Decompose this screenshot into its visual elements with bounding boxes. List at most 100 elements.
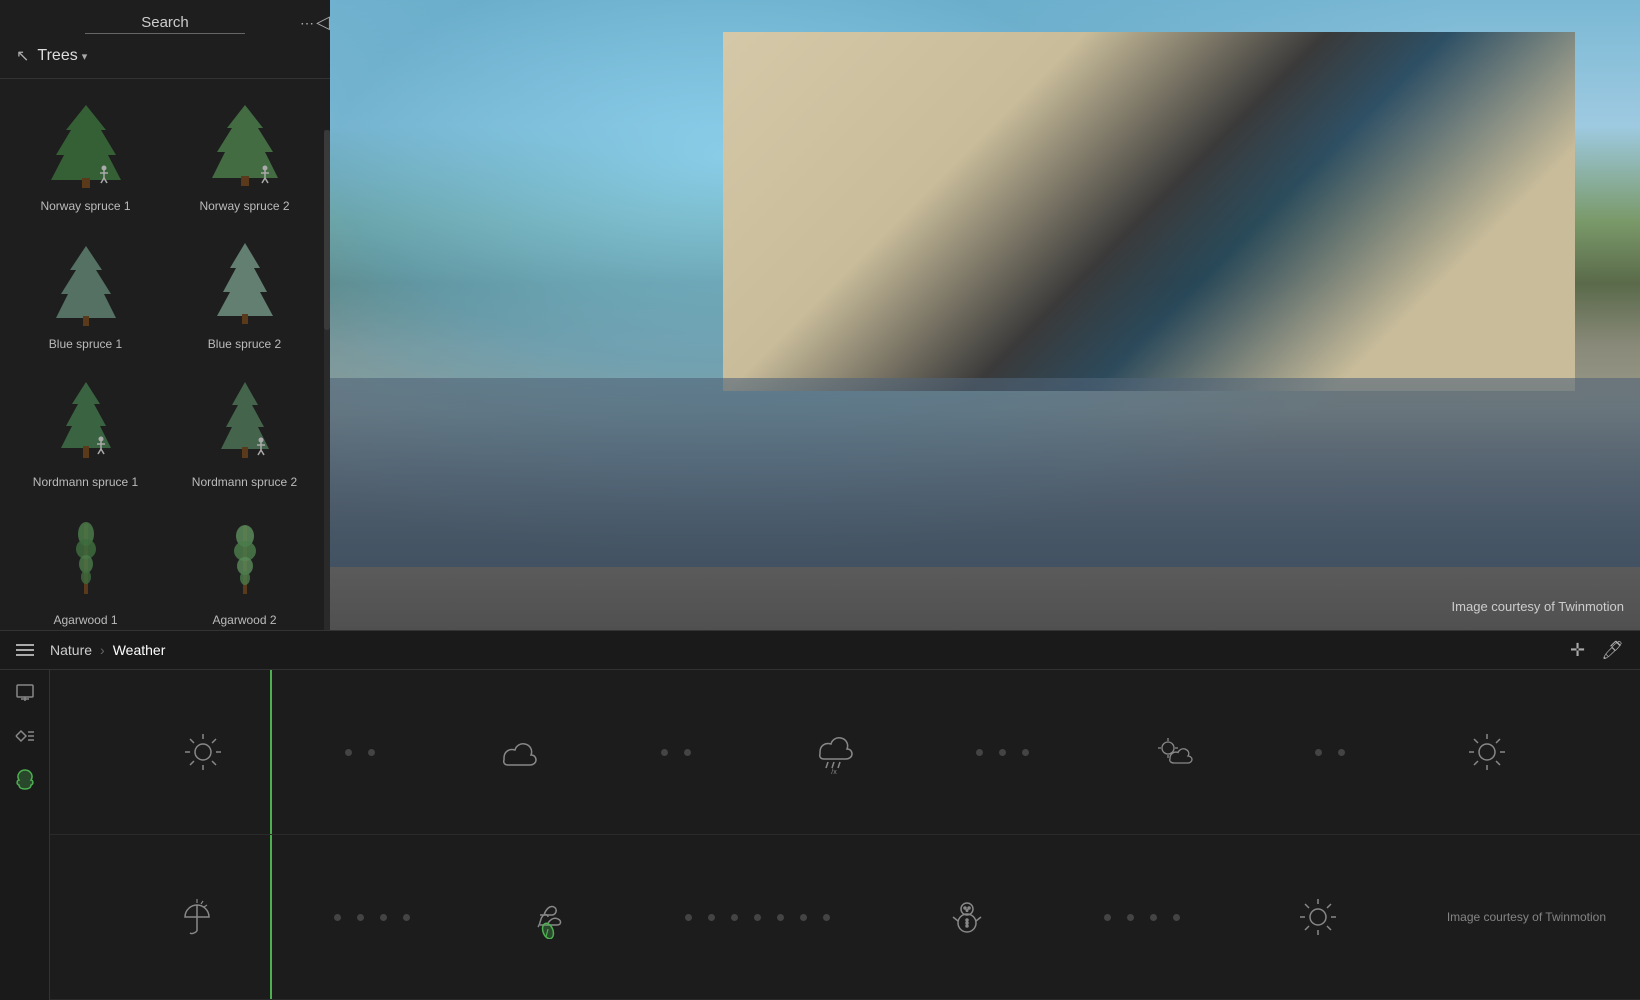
norway-spruce-2-svg — [205, 100, 285, 190]
dot-r2-10 — [800, 914, 807, 921]
weather-icon-sunny-1[interactable] — [68, 730, 337, 774]
dot-7 — [1022, 749, 1029, 756]
dot-1 — [345, 749, 352, 756]
cloudy-svg — [496, 730, 540, 774]
dot-8 — [1315, 749, 1322, 756]
tl-nature-icon[interactable] — [14, 768, 36, 795]
tree-icon-agarwood-1 — [36, 509, 136, 609]
agarwood-1-svg — [46, 514, 126, 604]
weather-icon-cloudy[interactable] — [383, 730, 652, 774]
dot-r2-2 — [357, 914, 364, 921]
dot-r2-11 — [823, 914, 830, 921]
tree-grid: Norway spruce 1 — [0, 79, 330, 630]
weather-icon-beach[interactable] — [68, 895, 326, 939]
move-icon[interactable]: ✛ — [1570, 640, 1585, 661]
viewport: Image courtesy of Twinmotion — [330, 0, 1640, 630]
dot-5 — [976, 749, 983, 756]
tree-item-nordmann-spruce-1[interactable]: Nordmann spruce 1 — [8, 363, 163, 497]
breadcrumb-bar: Nature › Weather ✛ 🖊 — [0, 630, 1640, 670]
weather-icon-snowman[interactable] — [838, 895, 1096, 939]
watermark: Image courtesy of Twinmotion — [1452, 599, 1624, 614]
hamburger-line-3 — [16, 654, 34, 656]
dot-r2-12 — [1104, 914, 1111, 921]
tree-icon-blue-spruce-2 — [195, 233, 295, 333]
sunny-end-svg — [1465, 730, 1509, 774]
water-area — [330, 378, 1640, 567]
tl-keyframe-icon[interactable] — [14, 725, 36, 752]
stormy-svg: /x — [812, 730, 856, 774]
playhead-2 — [270, 835, 272, 999]
timeline-left-icons — [0, 670, 50, 1000]
weather-icon-sunny-alt[interactable] — [1188, 895, 1446, 939]
app-container: ⋯ ↖ Trees ▾ ◁ — [0, 0, 1640, 1000]
hamburger-line-2 — [16, 649, 34, 651]
weather-icon-partly-cloudy[interactable] — [1037, 730, 1306, 774]
breadcrumb-separator: › — [100, 642, 105, 658]
wind-svg — [526, 895, 570, 939]
weather-icon-stormy[interactable]: /x — [699, 730, 968, 774]
tree-label-blue-spruce-2: Blue spruce 2 — [208, 337, 281, 351]
dot-r2-1 — [334, 914, 341, 921]
nav-back-icon[interactable]: ↖ — [16, 46, 29, 66]
tree-item-norway-spruce-1[interactable]: Norway spruce 1 — [8, 87, 163, 221]
sunny-svg — [181, 730, 225, 774]
header-icons: ⋯ — [300, 15, 314, 32]
category-row: ↖ Trees ▾ ◁ — [16, 42, 314, 70]
hamburger-line-1 — [16, 644, 34, 646]
timeline-row-2: Image courtesy of Twinmotion — [50, 835, 1640, 1000]
tree-item-blue-spruce-1[interactable]: Blue spruce 1 — [8, 225, 163, 359]
tree-icon-blue-spruce-1 — [36, 233, 136, 333]
tree-item-nordmann-spruce-2[interactable]: Nordmann spruce 2 — [167, 363, 322, 497]
category-label[interactable]: Trees — [37, 47, 77, 65]
dot-r2-8 — [754, 914, 761, 921]
dot-4 — [684, 749, 691, 756]
tree-icon-agarwood-2 — [195, 509, 295, 609]
tree-label-blue-spruce-1: Blue spruce 1 — [49, 337, 122, 351]
tree-icon-norway-spruce-2 — [195, 95, 295, 195]
nordmann-spruce-1-svg — [46, 376, 126, 466]
dot-6 — [999, 749, 1006, 756]
eyedropper-icon[interactable]: 🖊 — [1601, 640, 1624, 661]
tree-item-agarwood-1[interactable]: Agarwood 1 — [8, 501, 163, 630]
left-panel: ⋯ ↖ Trees ▾ ◁ — [0, 0, 330, 630]
snowman-svg — [945, 895, 989, 939]
tree-item-norway-spruce-2[interactable]: Norway spruce 2 — [167, 87, 322, 221]
weather-icon-wind[interactable] — [418, 895, 676, 939]
tree-icon-norway-spruce-1 — [36, 95, 136, 195]
viewport-controls: ✛ 🖊 — [1570, 640, 1624, 661]
svg-text:/x: /x — [831, 769, 837, 774]
search-input[interactable] — [85, 12, 245, 34]
dot-r2-6 — [708, 914, 715, 921]
hamburger-menu[interactable] — [16, 644, 34, 656]
timeline-row-1: /x — [50, 670, 1640, 835]
blue-spruce-1-svg — [46, 238, 126, 328]
breadcrumb-current: Weather — [113, 642, 166, 658]
building-silhouette — [723, 32, 1575, 391]
top-section: ⋯ ↖ Trees ▾ ◁ — [0, 0, 1640, 630]
playhead-1 — [270, 670, 272, 834]
timeline-content: /x — [50, 670, 1640, 1000]
nordmann-spruce-2-svg — [205, 376, 285, 466]
tree-label-nordmann-spruce-1: Nordmann spruce 1 — [33, 475, 138, 489]
dot-9 — [1338, 749, 1345, 756]
dot-r2-7 — [731, 914, 738, 921]
weather-icon-sunny-2[interactable] — [1353, 730, 1622, 774]
dot-r2-15 — [1173, 914, 1180, 921]
tree-icon-nordmann-spruce-2 — [195, 371, 295, 471]
tree-label-agarwood-2: Agarwood 2 — [212, 613, 276, 627]
agarwood-2-svg — [205, 514, 285, 604]
collapse-panel-icon[interactable]: ◁ — [316, 12, 330, 33]
dot-r2-5 — [685, 914, 692, 921]
bottom-watermark: Image courtesy of Twinmotion — [1447, 910, 1622, 924]
tree-item-agarwood-2[interactable]: Agarwood 2 — [167, 501, 322, 630]
dropdown-arrow-icon[interactable]: ▾ — [82, 50, 88, 63]
more-icon[interactable]: ⋯ — [300, 15, 314, 32]
dot-3 — [661, 749, 668, 756]
dot-r2-14 — [1150, 914, 1157, 921]
breadcrumb-parent[interactable]: Nature — [50, 642, 92, 658]
tl-import-icon[interactable] — [14, 682, 36, 709]
dot-r2-4 — [403, 914, 410, 921]
blue-spruce-2-svg — [205, 238, 285, 328]
tree-item-blue-spruce-2[interactable]: Blue spruce 2 — [167, 225, 322, 359]
timeline-section: /x — [0, 670, 1640, 1000]
